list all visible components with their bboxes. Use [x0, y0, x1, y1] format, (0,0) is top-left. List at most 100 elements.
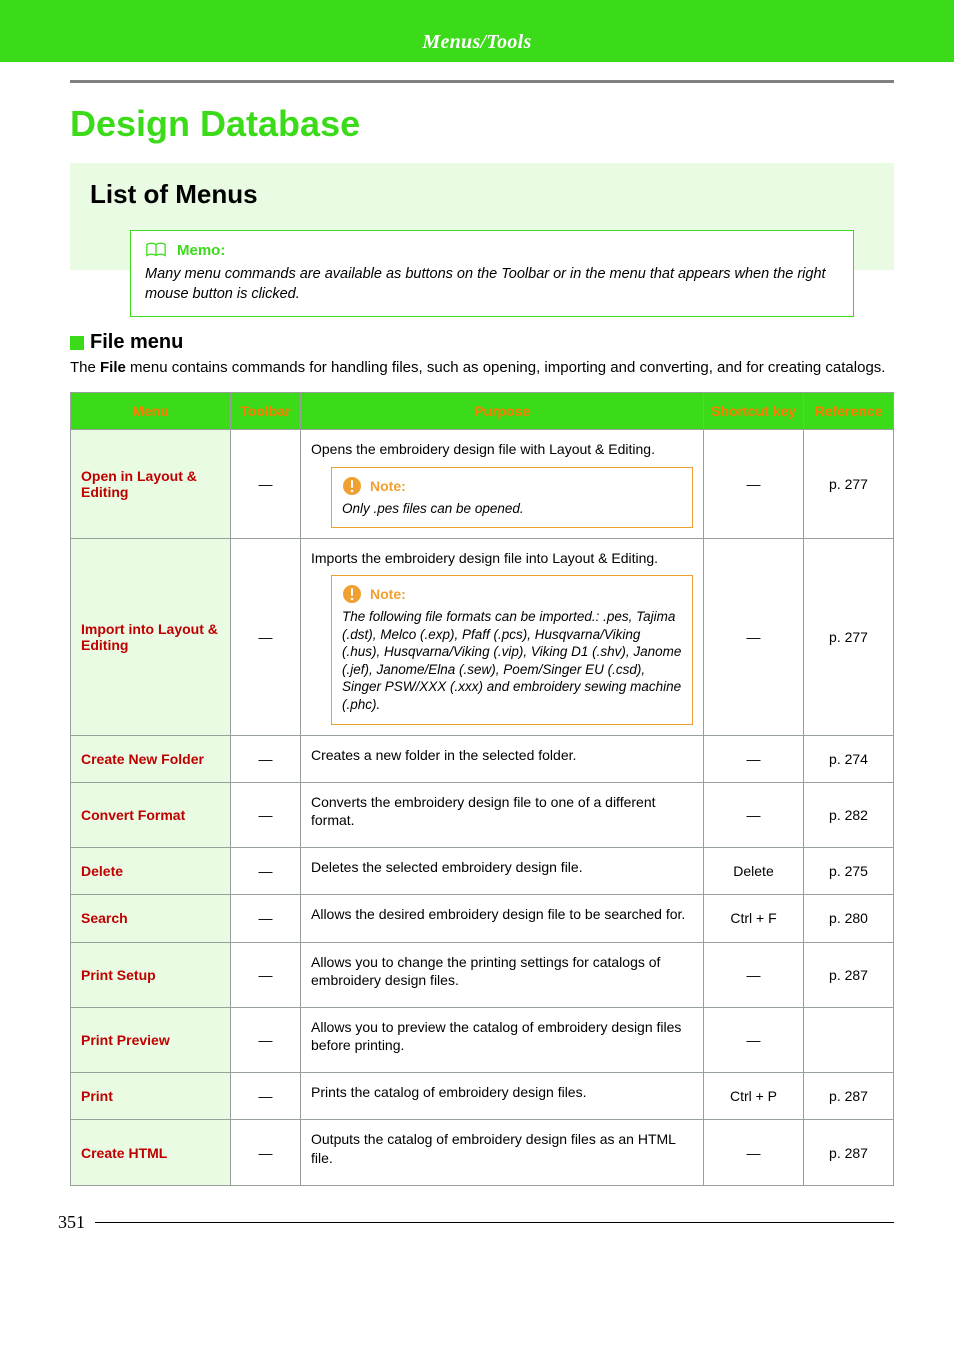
section-desc: The File menu contains commands for hand…: [70, 358, 894, 378]
cell-shortcut: —: [704, 782, 804, 847]
table-row: Convert Format—Converts the embroidery d…: [71, 782, 894, 847]
memo-text: Many menu commands are available as butt…: [145, 265, 839, 304]
purpose-text: Allows the desired embroidery design fil…: [311, 905, 693, 923]
table-header-row: Menu Toolbar Purpose Shortcut key Refere…: [71, 393, 894, 430]
header-tab-label: Menus/Tools: [422, 31, 531, 54]
cell-menu: Convert Format: [71, 782, 231, 847]
th-menu: Menu: [71, 393, 231, 430]
cell-shortcut: Delete: [704, 848, 804, 895]
cell-purpose: Allows the desired embroidery design fil…: [301, 895, 704, 942]
cell-purpose: Allows you to preview the catalog of emb…: [301, 1007, 704, 1072]
note-text: The following file formats can be import…: [342, 608, 682, 713]
cell-reference: p. 274: [804, 735, 894, 782]
alert-icon: [342, 476, 362, 496]
cell-reference: p. 287: [804, 1120, 894, 1185]
note-head: Note:: [342, 584, 682, 604]
cell-menu: Open in Layout & Editing: [71, 430, 231, 539]
cell-purpose: Prints the catalog of embroidery design …: [301, 1073, 704, 1120]
purpose-text: Converts the embroidery design file to o…: [311, 793, 693, 829]
page-root: Menus/Tools Design Database List of Menu…: [0, 0, 954, 1253]
cell-reference: p. 287: [804, 942, 894, 1007]
note-label: Note:: [370, 586, 406, 602]
cell-reference: p. 277: [804, 539, 894, 735]
cell-toolbar: —: [231, 735, 301, 782]
cell-menu: Delete: [71, 848, 231, 895]
purpose-text: Deletes the selected embroidery design f…: [311, 858, 693, 876]
cell-toolbar: —: [231, 942, 301, 1007]
page-number: 351: [58, 1212, 85, 1233]
cell-shortcut: —: [704, 1120, 804, 1185]
cell-toolbar: —: [231, 782, 301, 847]
cell-shortcut: —: [704, 735, 804, 782]
memo-label: Memo:: [177, 242, 225, 259]
cell-reference: p. 275: [804, 848, 894, 895]
cell-reference: p. 277: [804, 430, 894, 539]
cell-purpose: Converts the embroidery design file to o…: [301, 782, 704, 847]
purpose-text: Creates a new folder in the selected fol…: [311, 746, 693, 764]
cell-toolbar: —: [231, 1120, 301, 1185]
subhead: List of Menus: [90, 179, 874, 210]
footer-line: [95, 1222, 894, 1224]
cell-purpose: Deletes the selected embroidery design f…: [301, 848, 704, 895]
table-row: Print—Prints the catalog of embroidery d…: [71, 1073, 894, 1120]
section-title: File menu: [90, 331, 183, 354]
book-icon: [145, 241, 167, 259]
table-row: Print Preview—Allows you to preview the …: [71, 1007, 894, 1072]
footer: 351: [0, 1186, 954, 1253]
cell-shortcut: —: [704, 539, 804, 735]
top-band: [0, 0, 954, 22]
memo-box: Memo: Many menu commands are available a…: [130, 230, 854, 317]
cell-shortcut: Ctrl + F: [704, 895, 804, 942]
table-row: Create HTML—Outputs the catalog of embro…: [71, 1120, 894, 1185]
th-toolbar: Toolbar: [231, 393, 301, 430]
cell-purpose: Allows you to change the printing settin…: [301, 942, 704, 1007]
note-head: Note:: [342, 476, 682, 496]
section-desc-post: menu contains commands for handling file…: [126, 359, 886, 376]
cell-shortcut: —: [704, 430, 804, 539]
note-box: Note: The following file formats can be i…: [331, 575, 693, 724]
cell-menu: Create HTML: [71, 1120, 231, 1185]
menu-table: Menu Toolbar Purpose Shortcut key Refere…: [70, 392, 894, 1185]
cell-menu: Import into Layout & Editing: [71, 539, 231, 735]
cell-toolbar: —: [231, 848, 301, 895]
purpose-text: Imports the embroidery design file into …: [311, 549, 693, 567]
cell-reference: p. 280: [804, 895, 894, 942]
note-box: Note: Only .pes files can be opened.: [331, 467, 693, 529]
section-desc-pre: The: [70, 359, 100, 376]
cell-reference: [804, 1007, 894, 1072]
purpose-text: Allows you to preview the catalog of emb…: [311, 1018, 693, 1054]
memo-head: Memo:: [145, 241, 839, 259]
cell-toolbar: —: [231, 1007, 301, 1072]
cell-toolbar: —: [231, 895, 301, 942]
page-title: Design Database: [70, 103, 894, 145]
cell-toolbar: —: [231, 539, 301, 735]
square-bullet-icon: [70, 336, 84, 350]
alert-icon: [342, 584, 362, 604]
table-row: Open in Layout & Editing—Opens the embro…: [71, 430, 894, 539]
cell-purpose: Creates a new folder in the selected fol…: [301, 735, 704, 782]
cell-shortcut: Ctrl + P: [704, 1073, 804, 1120]
table-row: Create New Folder—Creates a new folder i…: [71, 735, 894, 782]
table-row: Delete—Deletes the selected embroidery d…: [71, 848, 894, 895]
cell-shortcut: —: [704, 1007, 804, 1072]
section-desc-bold: File: [100, 359, 126, 376]
cell-toolbar: —: [231, 1073, 301, 1120]
cell-purpose: Opens the embroidery design file with La…: [301, 430, 704, 539]
cell-reference: p. 282: [804, 782, 894, 847]
cell-menu: Print Preview: [71, 1007, 231, 1072]
table-row: Print Setup—Allows you to change the pri…: [71, 942, 894, 1007]
cell-toolbar: —: [231, 430, 301, 539]
note-text: Only .pes files can be opened.: [342, 500, 682, 518]
section-head: File menu: [70, 331, 894, 354]
header-bar: Menus/Tools: [0, 22, 954, 62]
purpose-text: Allows you to change the printing settin…: [311, 953, 693, 989]
th-purpose: Purpose: [301, 393, 704, 430]
th-reference: Reference: [804, 393, 894, 430]
cell-purpose: Outputs the catalog of embroidery design…: [301, 1120, 704, 1185]
content-area: Design Database List of Menus Memo: Many…: [0, 83, 954, 1186]
table-row: Import into Layout & Editing—Imports the…: [71, 539, 894, 735]
cell-purpose: Imports the embroidery design file into …: [301, 539, 704, 735]
purpose-text: Prints the catalog of embroidery design …: [311, 1083, 693, 1101]
purpose-text: Outputs the catalog of embroidery design…: [311, 1130, 693, 1166]
table-row: Search—Allows the desired embroidery des…: [71, 895, 894, 942]
